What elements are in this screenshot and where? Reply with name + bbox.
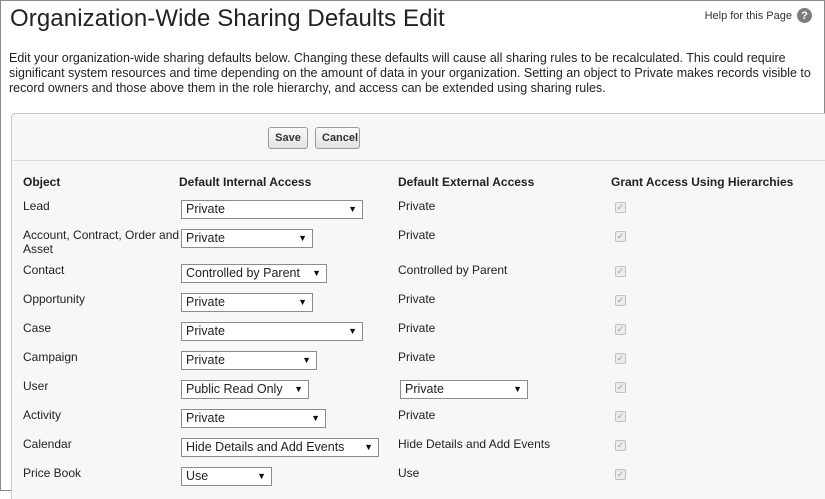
chevron-down-icon: ▼ — [257, 471, 266, 481]
grant-hierarchy-checkbox: ✓ — [615, 440, 626, 451]
page-description: Edit your organization-wide sharing defa… — [9, 51, 811, 95]
grant-hierarchy-checkbox: ✓ — [615, 469, 626, 480]
select-value: Private — [186, 353, 225, 367]
button-bar: Save Cancel — [12, 114, 825, 161]
internal-access-select[interactable]: Use ▼ — [181, 467, 272, 486]
page-title: Organization-Wide Sharing Defaults Edit — [10, 5, 445, 32]
grant-hierarchy-checkbox: ✓ — [615, 231, 626, 242]
internal-access-select[interactable]: Private ▼ — [181, 322, 363, 341]
row-object-label: Lead — [23, 199, 50, 213]
internal-access-select[interactable]: Controlled by Parent ▼ — [181, 264, 327, 283]
grant-hierarchy-checkbox: ✓ — [615, 382, 626, 393]
external-access-value: Private — [398, 292, 436, 306]
save-button[interactable]: Save — [268, 127, 308, 149]
row-object-label: Price Book — [23, 466, 82, 480]
select-value: Hide Details and Add Events — [186, 440, 345, 454]
grant-hierarchy-checkbox: ✓ — [615, 202, 626, 213]
column-header-grant-hierarchies: Grant Access Using Hierarchies — [611, 175, 794, 189]
internal-access-select[interactable]: Public Read Only ▼ — [181, 380, 309, 399]
external-access-value: Private — [398, 321, 436, 335]
select-value: Controlled by Parent — [186, 266, 300, 280]
chevron-down-icon: ▼ — [298, 297, 307, 307]
help-icon[interactable]: ? — [797, 8, 812, 23]
external-access-value: Private — [398, 199, 436, 213]
select-value: Use — [186, 469, 209, 483]
row-object-label: User — [23, 379, 49, 393]
column-header-internal-access: Default Internal Access — [179, 175, 312, 189]
select-value: Private — [186, 324, 225, 338]
chevron-down-icon: ▼ — [302, 355, 311, 365]
row-object-label: Account, Contract, Order and Asset — [23, 228, 180, 256]
row-object-label: Opportunity — [23, 292, 86, 306]
row-object-label: Calendar — [23, 437, 72, 451]
external-access-value: Private — [398, 408, 436, 422]
column-header-external-access: Default External Access — [398, 175, 535, 189]
grant-hierarchy-checkbox: ✓ — [615, 324, 626, 335]
cancel-button[interactable]: Cancel — [315, 127, 360, 149]
chevron-down-icon: ▼ — [298, 233, 307, 243]
internal-access-select[interactable]: Hide Details and Add Events ▼ — [181, 438, 379, 457]
internal-access-select[interactable]: Private ▼ — [181, 409, 326, 428]
help-link[interactable]: Help for this Page ? — [705, 8, 812, 23]
grant-hierarchy-checkbox: ✓ — [615, 295, 626, 306]
grant-hierarchy-checkbox: ✓ — [615, 266, 626, 277]
external-access-value: Private — [398, 228, 436, 242]
select-value: Public Read Only — [186, 382, 283, 396]
row-object-label: Activity — [23, 408, 62, 422]
internal-access-select[interactable]: Private ▼ — [181, 200, 363, 219]
row-object-label: Campaign — [23, 350, 78, 364]
column-header-object: Object — [23, 175, 61, 189]
grant-hierarchy-checkbox: ✓ — [615, 353, 626, 364]
select-value: Private — [186, 411, 225, 425]
row-object-label: Contact — [23, 263, 65, 277]
external-access-value: Private — [398, 350, 436, 364]
internal-access-select[interactable]: Private ▼ — [181, 351, 317, 370]
chevron-down-icon: ▼ — [312, 268, 321, 278]
internal-access-select[interactable]: Private ▼ — [181, 293, 313, 312]
select-value: Private — [186, 202, 225, 216]
select-value: Private — [186, 231, 225, 245]
chevron-down-icon: ▼ — [348, 326, 357, 336]
chevron-down-icon: ▼ — [311, 413, 320, 423]
external-access-value: Hide Details and Add Events — [398, 437, 551, 451]
chevron-down-icon: ▼ — [348, 204, 357, 214]
chevron-down-icon: ▼ — [513, 384, 522, 394]
grant-hierarchy-checkbox: ✓ — [615, 411, 626, 422]
row-object-label: Case — [23, 321, 52, 335]
external-access-value: Use — [398, 466, 420, 480]
chevron-down-icon: ▼ — [364, 442, 373, 452]
help-label[interactable]: Help for this Page — [705, 10, 792, 22]
external-access-value: Controlled by Parent — [398, 263, 508, 277]
external-access-select[interactable]: Private ▼ — [400, 380, 528, 399]
select-value: Private — [405, 382, 444, 396]
chevron-down-icon: ▼ — [294, 384, 303, 394]
select-value: Private — [186, 295, 225, 309]
internal-access-select[interactable]: Private ▼ — [181, 229, 313, 248]
